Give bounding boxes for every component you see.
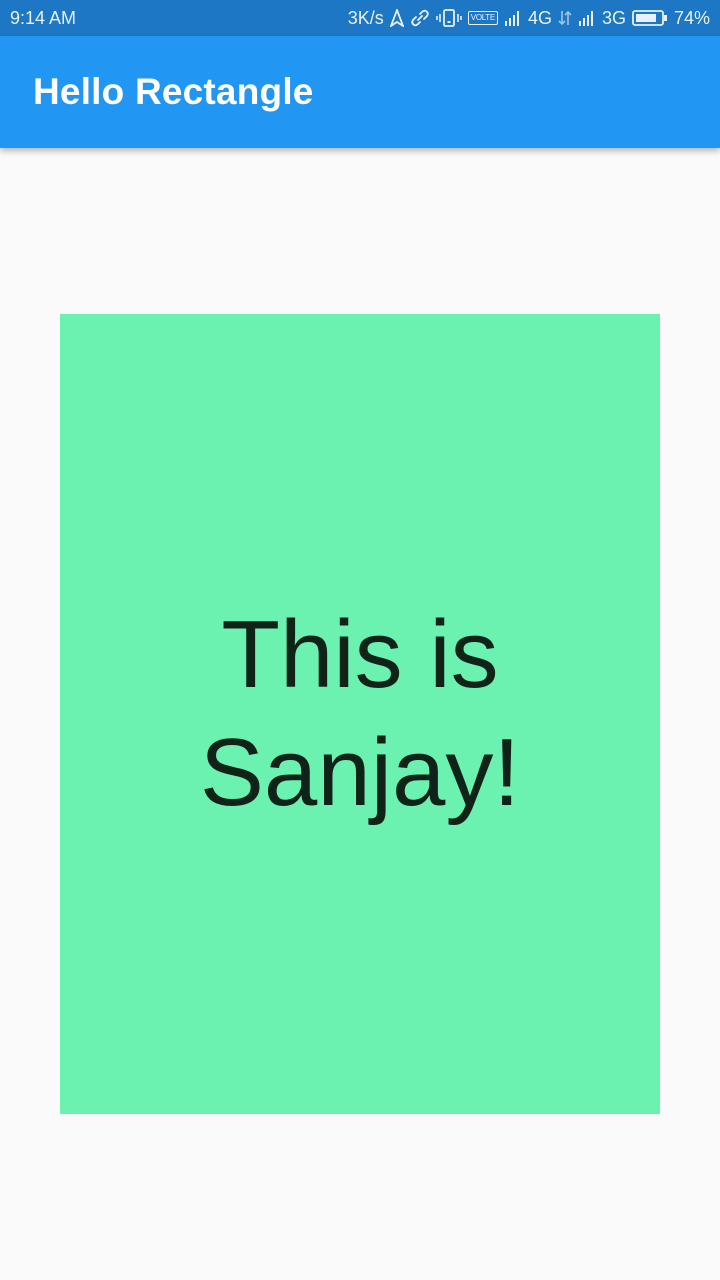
- rectangle-text: This is Sanjay!: [199, 601, 521, 826]
- network-speed: 3K/s: [347, 7, 384, 28]
- link-icon: [410, 9, 430, 27]
- green-rectangle: This is Sanjay!: [60, 314, 660, 1114]
- network-type-1: 4G: [527, 7, 552, 28]
- signal-icon: [578, 9, 596, 27]
- app-bar: Hello Rectangle: [0, 36, 720, 148]
- status-time: 9:14 AM: [10, 7, 77, 28]
- data-arrows-icon: [558, 9, 572, 27]
- volte-icon: VOLTE: [467, 11, 498, 25]
- battery-icon: [632, 9, 668, 27]
- battery-percent: 74%: [673, 7, 710, 28]
- status-icons: 3K/s VOLTE 4G 3G 74%: [348, 8, 710, 29]
- signal-icon: [504, 9, 522, 27]
- vibrate-icon: [435, 9, 462, 27]
- app-bar-title: Hello Rectangle: [33, 71, 314, 112]
- navigation-arrow-icon: [389, 9, 404, 27]
- network-type-2: 3G: [601, 7, 626, 28]
- status-bar: 9:14 AM 3K/s VOLTE 4G 3G 74%: [0, 0, 720, 36]
